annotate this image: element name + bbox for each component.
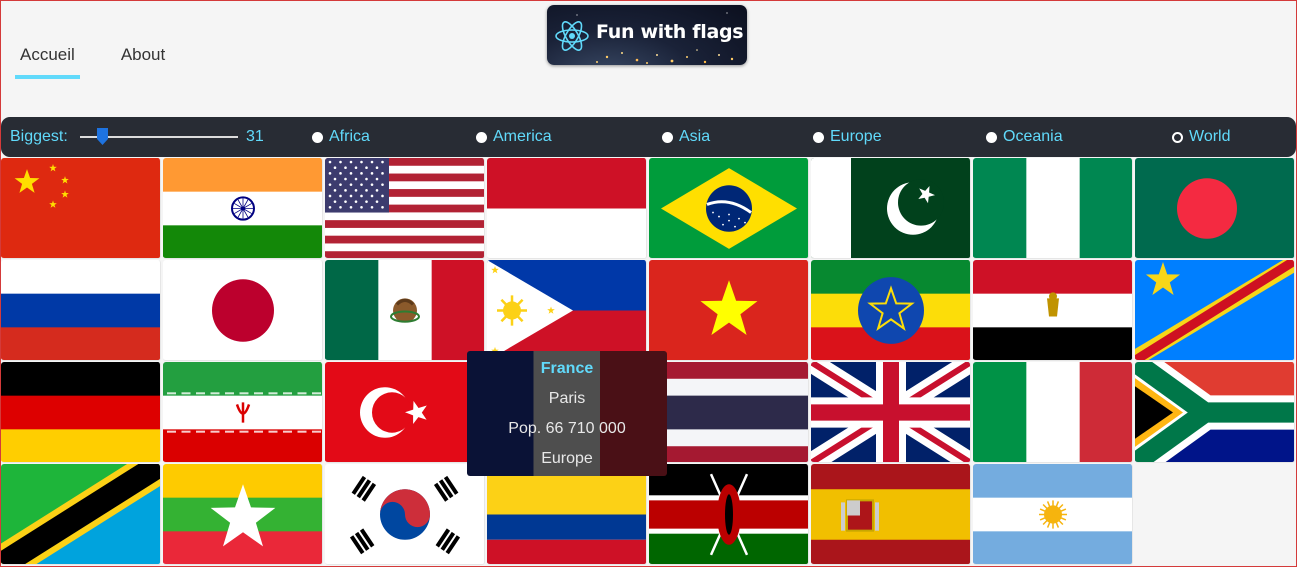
tanzania-flag-icon xyxy=(1,464,160,564)
vietnam-flag-icon xyxy=(649,260,808,360)
biggest-slider-value: 31 xyxy=(246,128,264,145)
flag-tanzania[interactable] xyxy=(1,464,161,565)
spain-flag-icon xyxy=(811,464,970,564)
flag-vietnam[interactable] xyxy=(649,260,809,361)
iran-flag-icon xyxy=(163,362,322,462)
flag-dr-congo[interactable] xyxy=(1135,260,1295,361)
uk-flag-icon xyxy=(811,362,970,462)
country-tooltip: France Paris Pop. 66 710 000 Europe xyxy=(467,351,667,476)
flag-spain[interactable] xyxy=(811,464,971,565)
flag-turkey[interactable] xyxy=(325,362,485,463)
kenya-flag-icon xyxy=(649,464,808,564)
thailand-flag-icon xyxy=(649,362,808,462)
radio-america[interactable] xyxy=(476,131,487,143)
india-flag-icon xyxy=(163,158,322,258)
tooltip-capital: Paris xyxy=(548,390,586,407)
tab-about[interactable]: About xyxy=(116,45,170,79)
region-world[interactable]: World xyxy=(1172,128,1231,146)
flag-uk[interactable] xyxy=(811,362,971,463)
region-label-oceania: Oceania xyxy=(1003,128,1063,145)
colombia-flag-icon xyxy=(487,464,646,564)
flag-south-korea[interactable] xyxy=(325,464,485,565)
japan-flag-icon xyxy=(163,260,322,360)
region-label-world: World xyxy=(1189,128,1231,145)
flag-mexico[interactable] xyxy=(325,260,485,361)
ethiopia-flag-icon xyxy=(811,260,970,360)
biggest-slider-thumb[interactable] xyxy=(96,127,109,146)
region-label-europe: Europe xyxy=(830,128,882,145)
myanmar-flag-icon xyxy=(163,464,322,564)
flag-thailand[interactable] xyxy=(649,362,809,463)
flag-japan[interactable] xyxy=(163,260,323,361)
flag-iran[interactable] xyxy=(163,362,323,463)
radio-africa[interactable] xyxy=(312,131,323,143)
app-logo[interactable]: Fun with flags xyxy=(547,5,747,65)
logo-text: Fun with flags xyxy=(596,21,744,43)
region-america[interactable]: America xyxy=(476,128,552,146)
usa-flag-icon xyxy=(325,158,484,258)
nav-tabs: Accueil About xyxy=(15,45,170,79)
flag-china[interactable] xyxy=(1,158,161,259)
egypt-flag-icon xyxy=(973,260,1132,360)
south-africa-flag-icon xyxy=(1135,362,1294,462)
philippines-flag-icon xyxy=(487,260,646,360)
region-oceania[interactable]: Oceania xyxy=(986,128,1063,146)
flag-ethiopia[interactable] xyxy=(811,260,971,361)
radio-oceania[interactable] xyxy=(986,131,997,143)
radio-asia[interactable] xyxy=(662,131,673,143)
filter-bar: Biggest: 31 Africa America Asia Europe O… xyxy=(1,117,1296,157)
flag-argentina[interactable] xyxy=(973,464,1133,565)
mexico-flag-icon xyxy=(325,260,484,360)
flag-egypt[interactable] xyxy=(973,260,1133,361)
region-africa[interactable]: Africa xyxy=(312,128,370,146)
tooltip-country-name: France xyxy=(540,360,594,377)
flag-russia[interactable] xyxy=(1,260,161,361)
react-icon xyxy=(555,21,589,51)
flag-myanmar[interactable] xyxy=(163,464,323,565)
nigeria-flag-icon xyxy=(973,158,1132,258)
russia-flag-icon xyxy=(1,260,160,360)
tooltip-region: Europe xyxy=(541,450,593,467)
flag-brazil[interactable] xyxy=(649,158,809,259)
brazil-flag-icon xyxy=(649,158,808,258)
tooltip-population: Pop. 66 710 000 xyxy=(508,420,626,437)
flag-colombia[interactable] xyxy=(487,464,647,565)
tab-accueil[interactable]: Accueil xyxy=(15,45,80,79)
biggest-label: Biggest: xyxy=(10,128,68,145)
flag-indonesia[interactable] xyxy=(487,158,647,259)
flag-pakistan[interactable] xyxy=(811,158,971,259)
turkey-flag-icon xyxy=(325,362,484,462)
flag-bangladesh[interactable] xyxy=(1135,158,1295,259)
flag-south-africa[interactable] xyxy=(1135,362,1295,463)
region-europe[interactable]: Europe xyxy=(813,128,882,146)
flag-nigeria[interactable] xyxy=(973,158,1133,259)
flag-usa[interactable] xyxy=(325,158,485,259)
flag-india[interactable] xyxy=(163,158,323,259)
flag-germany[interactable] xyxy=(1,362,161,463)
flag-italy[interactable] xyxy=(973,362,1133,463)
pakistan-flag-icon xyxy=(811,158,970,258)
flag-kenya[interactable] xyxy=(649,464,809,565)
bangladesh-flag-icon xyxy=(1135,158,1294,258)
radio-world[interactable] xyxy=(1172,131,1183,143)
indonesia-flag-icon xyxy=(487,158,646,258)
italy-flag-icon xyxy=(973,362,1132,462)
dr-congo-flag-icon xyxy=(1135,260,1294,360)
region-asia[interactable]: Asia xyxy=(662,128,710,146)
radio-europe[interactable] xyxy=(813,131,824,143)
region-label-asia: Asia xyxy=(679,128,711,145)
region-label-america: America xyxy=(493,128,552,145)
south-korea-flag-icon xyxy=(325,464,484,564)
region-label-africa: Africa xyxy=(329,128,370,145)
germany-flag-icon xyxy=(1,362,160,462)
flag-philippines[interactable] xyxy=(487,260,647,361)
china-flag-icon xyxy=(1,158,160,258)
argentina-flag-icon xyxy=(973,464,1132,564)
